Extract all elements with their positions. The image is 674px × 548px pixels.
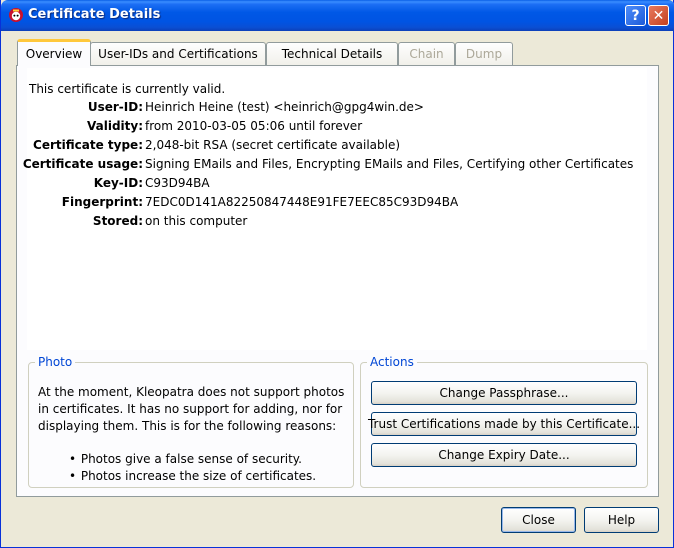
bullet-icon: • [69, 452, 77, 466]
change-passphrase-button[interactable]: Change Passphrase... [371, 381, 637, 405]
close-icon: ✕ [652, 7, 665, 24]
help-icon: ? [631, 7, 640, 24]
tab-user-ids-certifications[interactable]: User-IDs and Certifications [90, 42, 266, 65]
window-title: Certificate Details [28, 7, 161, 22]
info-label: User-ID: [87, 100, 143, 114]
info-label: Validity: [86, 119, 143, 133]
trust-certifications-button[interactable]: Trust Certifications made by this Certif… [368, 412, 640, 436]
info-value: 2,048-bit RSA (secret certificate availa… [145, 138, 401, 152]
help-button[interactable]: Help [584, 507, 659, 533]
info-value: Signing EMails and Files, Encrypting EMa… [145, 157, 634, 171]
photo-text-line: displaying them. This is for the followi… [38, 419, 337, 433]
tab-dump[interactable]: Dump [455, 42, 513, 65]
info-label: Fingerprint: [61, 195, 143, 209]
photo-explanation: At the moment, Kleopatra does not suppor… [38, 384, 348, 435]
kleopatra-app-icon [9, 8, 23, 22]
actions-groupbox: Actions Change Passphrase... Trust Certi… [360, 355, 648, 488]
certificate-summary-text[interactable]: This certificate is currently valid. Use… [23, 68, 647, 350]
list-item-text: Photos give a false sense of security. [80, 452, 302, 466]
titlebar-help-button[interactable]: ? [625, 5, 646, 26]
info-label: Key-ID: [93, 176, 143, 190]
info-value: 7EDC0D141A82250847448E91FE7EEC85C93D94BA [145, 195, 459, 209]
info-label: Certificate usage: [22, 157, 143, 171]
list-item: • Photos give a false sense of security. [69, 451, 316, 468]
info-value: C93D94BA [145, 176, 210, 190]
tab-overview[interactable]: Overview [17, 39, 91, 66]
photo-text-line: At the moment, Kleopatra does not suppor… [38, 385, 345, 399]
tab-technical-details[interactable]: Technical Details [266, 42, 398, 65]
photo-groupbox: Photo At the moment, Kleopatra does not … [28, 355, 354, 488]
title-bar[interactable]: Certificate Details ? ✕ [1, 0, 674, 31]
photo-group-title: Photo [35, 355, 76, 369]
bullet-icon: • [69, 469, 77, 483]
actions-group-title: Actions [367, 355, 417, 369]
photo-reasons-list: • Photos give a false sense of security.… [69, 451, 316, 485]
validity-status-text: This certificate is currently valid. [29, 82, 226, 96]
tab-panel-overview: This certificate is currently valid. Use… [16, 65, 659, 497]
info-label: Certificate type: [33, 138, 143, 152]
certificate-details-window: Certificate Details ? ✕ Overview User-ID… [0, 0, 674, 548]
info-value: from 2010-03-05 05:06 until forever [145, 119, 363, 133]
info-label: Stored: [92, 214, 143, 228]
change-expiry-date-button[interactable]: Change Expiry Date... [371, 443, 637, 467]
titlebar-close-button[interactable]: ✕ [648, 5, 669, 26]
close-button[interactable]: Close [501, 507, 576, 533]
list-item-text: Photos increase the size of certificates… [80, 469, 317, 483]
photo-text-line: in certificates. It has no support for a… [38, 402, 343, 416]
list-item: • Photos increase the size of certificat… [69, 468, 316, 485]
tab-chain[interactable]: Chain [398, 42, 455, 65]
info-value: Heinrich Heine (test) <heinrich@gpg4win.… [145, 100, 424, 114]
info-value: on this computer [145, 214, 248, 228]
